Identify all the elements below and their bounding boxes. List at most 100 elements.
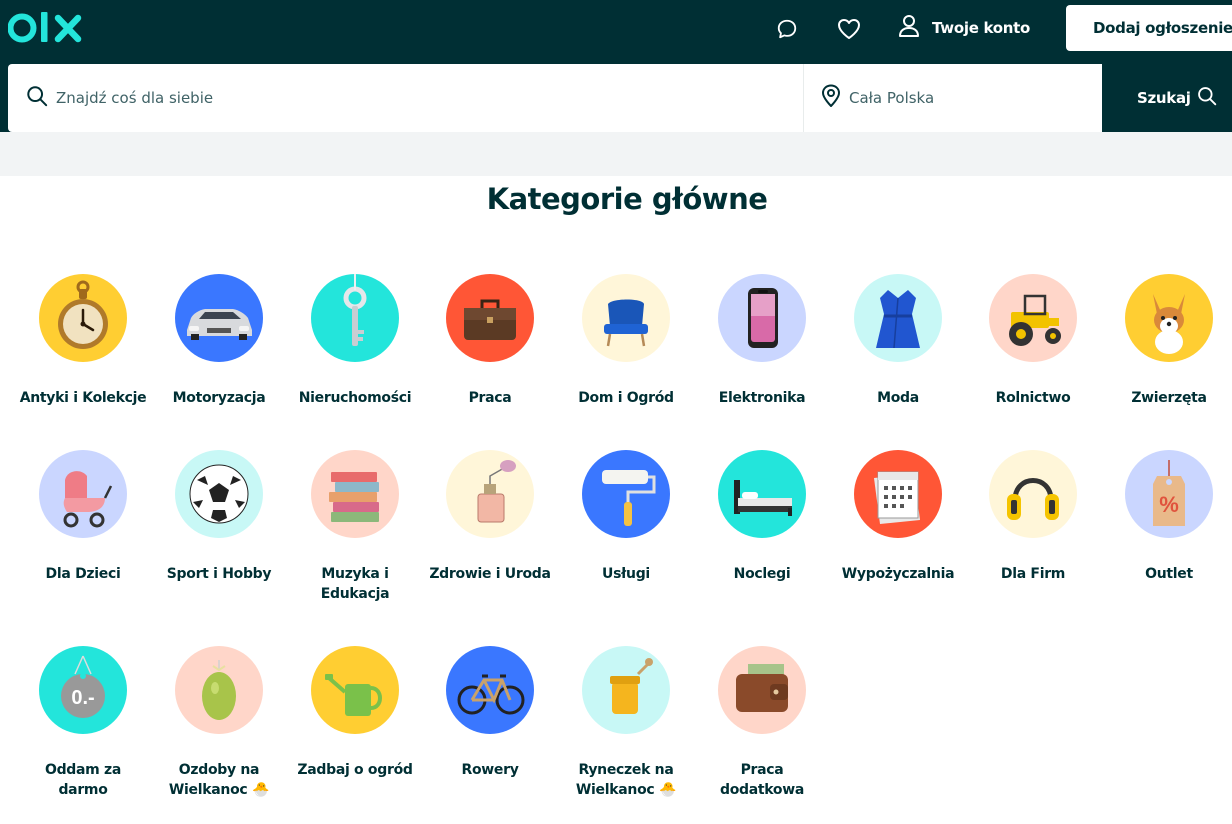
category-item[interactable]: Muzyka i Edukacja [288,450,422,604]
svg-text:%: % [1159,492,1179,517]
search-icon [1197,86,1217,110]
briefcase-icon [446,274,534,362]
category-item[interactable]: Rowery [423,646,557,780]
category-item[interactable]: Noclegi [695,450,829,584]
category-label-line-1: Zadbaj o ogród [297,762,413,778]
price-tag-icon: % [1125,450,1213,538]
category-label: Antyki i Kolekcje [16,388,150,408]
category-label: Motoryzacja [152,388,286,408]
category-item[interactable]: Praca dodatkowa [695,646,829,800]
heart-icon[interactable] [834,14,864,44]
category-label-line-1: Outlet [1145,566,1193,582]
location-pin-icon [821,84,841,112]
category-item[interactable]: Elektronika [695,274,829,408]
category-item[interactable]: Usługi [559,450,693,584]
category-label-line-1: Ozdoby na [178,762,260,778]
category-label-line-1: Zwierzęta [1131,390,1207,406]
category-label: Outlet [1102,564,1232,584]
category-item[interactable]: Rolnictwo [966,274,1100,408]
search-button[interactable]: Szukaj [1102,64,1232,132]
paint-roller-icon [582,450,670,538]
category-label: Dla Dzieci [16,564,150,584]
location-field[interactable] [804,64,1102,132]
category-label-line-2: dodatkowa [719,782,805,798]
category-label-line-1: Wypożyczalnia [841,566,955,582]
bed-icon [718,450,806,538]
category-label-line-1: Elektronika [718,390,806,406]
search-icon [26,85,48,111]
category-label: Elektronika [695,388,829,408]
bicycle-icon [446,646,534,734]
category-item[interactable]: Sport i Hobby [152,450,286,584]
category-label-line-1: Dla Dzieci [45,566,121,582]
category-label-line-1: Antyki i Kolekcje [19,390,147,406]
category-label: Moda [831,388,965,408]
category-item[interactable]: Antyki i Kolekcje [16,274,150,408]
armchair-icon [582,274,670,362]
dog-icon [1125,274,1213,362]
category-item[interactable]: Zwierzęta [1102,274,1232,408]
category-item[interactable]: Motoryzacja [152,274,286,408]
stroller-icon [39,450,127,538]
category-label-line-1: Ryneczek na [578,762,674,778]
category-item[interactable]: Praca [423,274,557,408]
category-item[interactable]: Dla Firm [966,450,1100,584]
category-label-line-1: Muzyka i [321,566,389,582]
category-item[interactable]: Zadbaj o ogród [288,646,422,780]
category-label: Ozdoby na Wielkanoc 🐣 [152,760,286,800]
category-label-line-1: Dom i Ogród [578,390,674,406]
category-label-line-1: Praca [468,390,512,406]
account-link[interactable]: Twoje konto [898,12,1030,44]
category-label-line-1: Rowery [461,762,519,778]
free-tag-icon: 0.- [39,646,127,734]
category-label-line-1: Zdrowie i Uroda [429,566,551,582]
olx-logo[interactable] [7,9,84,49]
category-item[interactable]: Ryneczek na Wielkanoc 🐣 [559,646,693,800]
category-label: Zwierzęta [1102,388,1232,408]
search-field[interactable] [8,64,803,132]
car-icon [175,274,263,362]
search-bar [8,64,1102,132]
category-label: Noclegi [695,564,829,584]
category-item[interactable]: % Outlet [1102,450,1232,584]
chat-icon[interactable] [772,14,802,44]
category-label-line-1: Dla Firm [1000,566,1066,582]
search-input[interactable] [56,89,656,107]
category-item[interactable]: Ozdoby na Wielkanoc 🐣 [152,646,286,800]
dress-icon [854,274,942,362]
category-label-line-2: darmo [58,782,108,798]
honey-jar-icon [582,646,670,734]
smartphone-icon [718,274,806,362]
category-label: Zdrowie i Uroda [423,564,557,584]
category-label: Usługi [559,564,693,584]
football-icon [175,450,263,538]
category-label-line-1: Praca [740,762,784,778]
category-item[interactable]: 0.- Oddam za darmo [16,646,150,800]
pocket-watch-icon [39,274,127,362]
category-label: Dla Firm [966,564,1100,584]
category-label-line-1: Motoryzacja [172,390,266,406]
watering-can-icon [311,646,399,734]
category-item[interactable]: Wypożyczalnia [831,450,965,584]
calendar-icon [854,450,942,538]
category-label: Wypożyczalnia [831,564,965,584]
location-input[interactable] [849,89,1079,107]
perfume-icon [446,450,534,538]
category-label-line-1: Noclegi [733,566,791,582]
category-item[interactable]: Nieruchomości [288,274,422,408]
category-item[interactable]: Dom i Ogród [559,274,693,408]
category-label: Sport i Hobby [152,564,286,584]
category-label-line-1: Rolnictwo [995,390,1071,406]
category-label: Muzyka i Edukacja [288,564,422,604]
books-icon [311,450,399,538]
easter-egg-icon [175,646,263,734]
category-label-line-2: Wielkanoc 🐣 [168,782,270,798]
category-label: Zadbaj o ogród [288,760,422,780]
wallet-icon [718,646,806,734]
category-item[interactable]: Zdrowie i Uroda [423,450,557,584]
category-label-line-2: Wielkanoc 🐣 [575,782,677,798]
category-item[interactable]: Dla Dzieci [16,450,150,584]
add-listing-button[interactable]: Dodaj ogłoszenie [1066,5,1232,51]
search-button-label: Szukaj [1137,89,1191,107]
category-item[interactable]: Moda [831,274,965,408]
